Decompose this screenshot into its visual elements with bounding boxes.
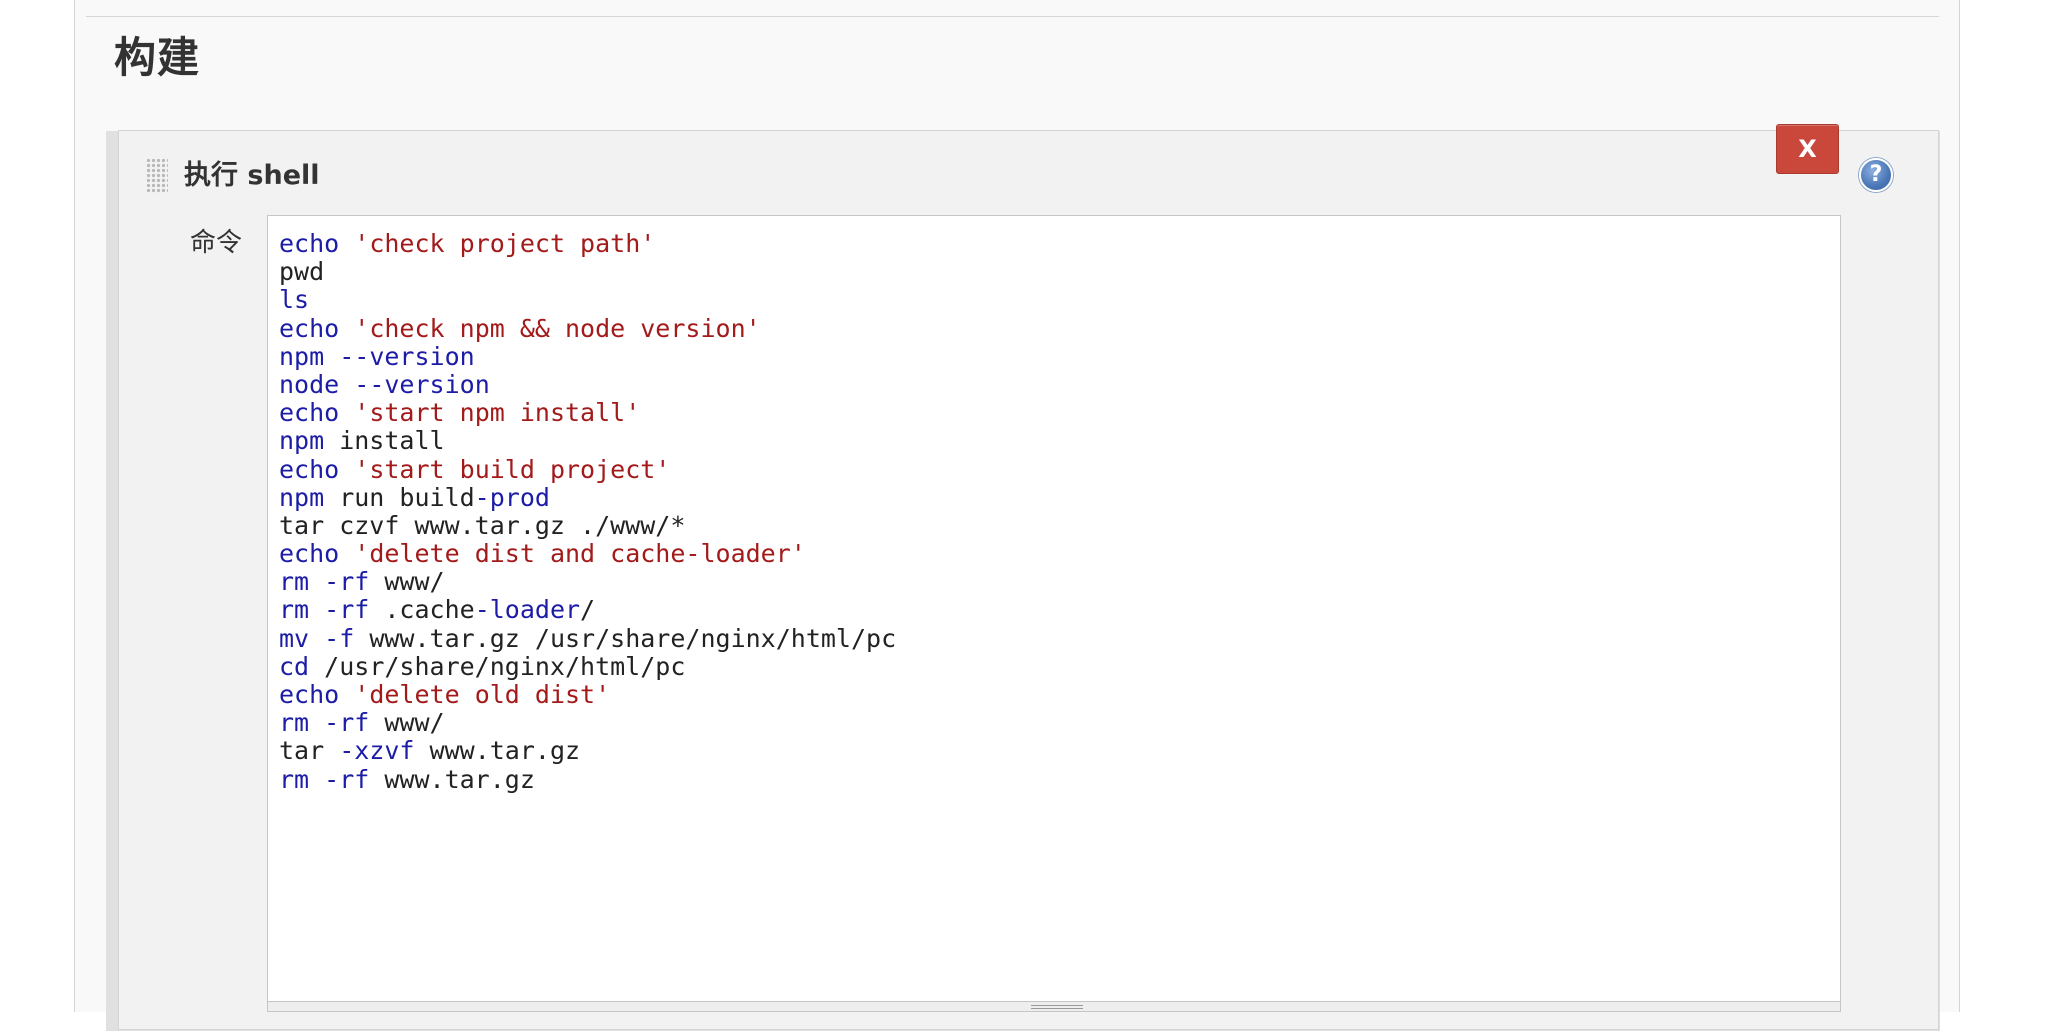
command-code: echo 'check project path' pwd ls echo 'chec… [279,229,897,794]
code-token: echo [279,454,340,484]
code-line: rm -rf .cache-loader/ [279,596,896,624]
code-line: echo 'check project path' [279,229,896,258]
code-token: -prod [474,482,550,512]
code-token: echo [279,229,340,258]
code-token: npm [279,341,325,371]
code-line: rm -rf www/ [279,568,896,596]
code-line: ls [279,286,896,314]
code-line: echo 'delete old dist' [279,680,896,709]
code-token: /usr/share/nginx/html/pc [309,651,686,681]
code-line: rm -rf www.tar.gz [279,764,896,794]
code-line: echo 'delete dist and cache-loader' [279,539,896,569]
code-line: pwd [279,258,896,286]
code-token: tar [279,736,325,766]
code-token: npm [279,426,325,456]
code-token: echo [279,539,340,569]
code-token: node [279,369,340,399]
command-label: 命令 [190,228,243,258]
code-line: mv -f www.tar.gz /usr/share/nginx/html/p… [279,623,897,653]
code-line: tar czvf www.tar.gz ./www/* [279,510,896,540]
delete-step-button[interactable]: X [1776,124,1839,174]
code-token: -xzvf [339,736,415,766]
code-token: mv [279,623,310,653]
command-editor[interactable]: echo 'check project path' pwd ls echo 'chec… [267,215,1841,1010]
code-token: -rf [324,708,370,738]
code-token: --version [354,369,490,399]
code-line: cd /usr/share/nginx/html/pc [279,651,896,681]
code-token: 'start build project' [354,454,671,484]
code-token: 'check project path' [354,229,656,258]
code-token: 'start npm install' [354,398,641,428]
code-token: 'check npm && node version' [354,313,761,343]
code-token: rm [279,708,310,738]
code-token: 'delete dist and cache-loader' [354,539,806,569]
code-token: -rf [324,764,370,794]
code-token: -f [324,623,355,653]
code-token: run build [324,482,475,512]
code-line: echo 'start build project' [279,454,896,484]
code-token: -loader [474,595,581,625]
code-line: npm --version [279,341,896,371]
code-token: www.tar.gz [414,736,581,766]
code-token: .cache [369,595,475,625]
code-token: tar czvf www.tar.gz ./www/* [279,510,686,540]
code-line: node --version [279,369,896,399]
code-line: npm run build-prod [279,482,896,512]
code-token: install [324,426,445,456]
code-token: -rf [324,567,370,597]
code-token: npm [279,482,325,512]
help-icon[interactable]: ? [1859,158,1893,192]
code-token: echo [279,398,340,428]
code-line: echo 'check npm && node version' [279,313,896,343]
code-token: www.tar.gz /usr/share/nginx/html/pc [354,623,897,653]
code-token: rm [279,595,310,625]
code-token: cd [279,651,310,681]
code-token: --version [339,341,475,371]
section-divider [86,16,1939,17]
section-title: 构建 [114,33,201,82]
code-line: rm -rf www/ [279,709,896,737]
code-token: pwd [279,257,325,287]
code-line: echo 'start npm install' [279,399,896,427]
code-token: www.tar.gz [369,764,535,794]
code-token: ls [279,285,310,315]
code-token: echo [279,680,340,709]
drag-handle-icon[interactable] [146,158,168,194]
code-token: rm [279,764,310,794]
code-line: npm install [279,427,896,455]
build-step-title: 执行 shell [184,160,320,191]
code-token: rm [279,567,310,597]
code-token: www/ [369,708,445,738]
code-token: -rf [324,595,370,625]
editor-resize-handle[interactable] [267,1001,1841,1012]
code-token: 'delete old dist' [354,680,611,709]
code-line: tar -xzvf www.tar.gz [279,737,896,765]
resize-grip-icon [1031,1005,1083,1009]
code-token: echo [279,313,340,343]
code-token: / [580,595,596,625]
code-token: www/ [369,567,445,597]
